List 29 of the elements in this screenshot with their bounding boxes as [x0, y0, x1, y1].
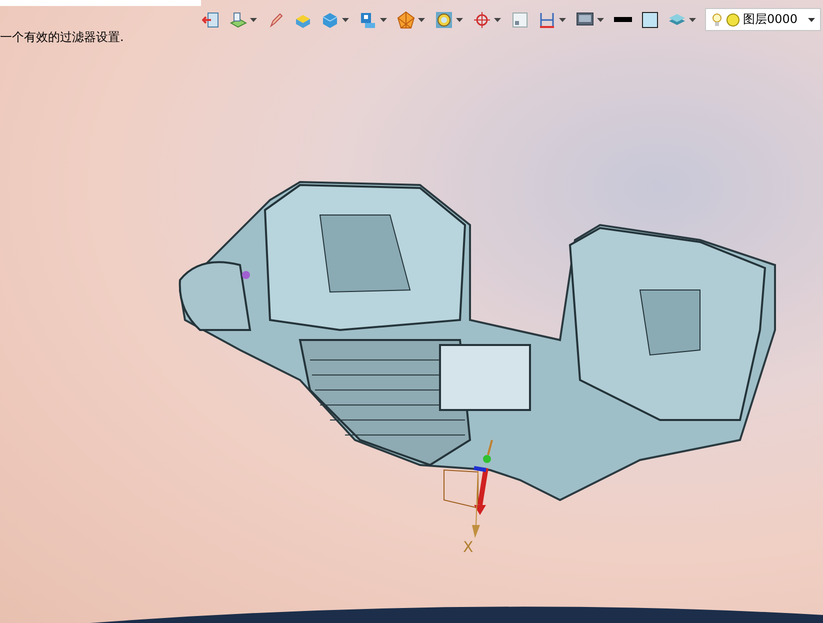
dropdown-arrow-icon[interactable] [418, 18, 425, 22]
dropdown-arrow-icon[interactable] [494, 18, 501, 22]
cube-view-icon [359, 10, 377, 28]
exit-icon [202, 10, 220, 28]
dropdown-arrow-icon[interactable] [808, 18, 815, 22]
dropdown-arrow-icon[interactable] [559, 18, 566, 22]
dropdown-arrow-icon[interactable] [689, 18, 696, 22]
sheet-icon [229, 10, 247, 28]
pencil-icon [267, 10, 285, 28]
square-icon [641, 10, 659, 28]
axis-label: X [463, 538, 474, 556]
crosshair-icon [473, 10, 491, 28]
dropdown-arrow-icon[interactable] [342, 18, 349, 22]
dropdown-arrow-icon[interactable] [456, 18, 463, 22]
monitor-icon [576, 10, 594, 28]
dropdown-arrow-icon[interactable] [597, 18, 604, 22]
layer-dropdown[interactable]: 图层0000 [705, 8, 821, 31]
toolbar-button[interactable] [613, 16, 633, 23]
dropdown-arrow-icon[interactable] [250, 18, 257, 22]
dimension-icon [538, 10, 556, 28]
status-prompt: 一个有效的过滤器设置. [0, 29, 124, 46]
cube-icon [321, 10, 339, 28]
circle-icon [726, 12, 740, 26]
polygon-icon [397, 10, 415, 28]
window-icon [511, 10, 529, 28]
toolbar-button[interactable] [640, 10, 660, 30]
dropdown-arrow-icon[interactable] [380, 18, 387, 22]
ring-icon [435, 10, 453, 28]
layer-name: 图层0000 [743, 11, 798, 28]
